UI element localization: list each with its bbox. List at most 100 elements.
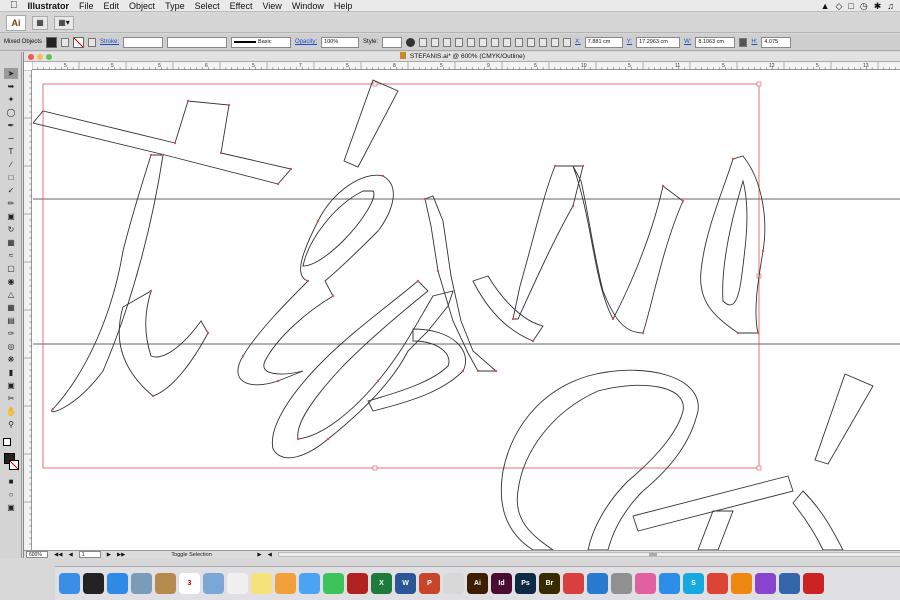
x-field[interactable]: 7.881 cm [584,36,623,48]
anchor-point[interactable] [331,294,335,298]
dock-app-store-icon[interactable] [659,573,680,594]
distribute-center-icon[interactable] [539,37,548,47]
dock-preview-icon[interactable] [131,573,152,594]
anchor-point[interactable] [289,167,293,171]
warp-tool-icon[interactable]: ≈ [4,250,18,261]
curvature-tool-icon[interactable]: ∽ [4,133,18,144]
volume-icon[interactable]: ♫ [887,1,894,11]
anchor-point[interactable] [756,331,760,335]
dock-messages-icon[interactable] [299,573,320,594]
recolor-icon[interactable] [406,37,416,47]
dock-dropbox-icon[interactable] [587,573,608,594]
letter-t-crossbar-outline[interactable] [33,100,292,185]
accent-mark-2-outline[interactable] [814,373,874,465]
dock-indesign-icon[interactable]: Id [491,573,512,594]
letter-epsilon-outline[interactable] [237,174,394,386]
align-left-icon[interactable] [419,37,428,47]
anchor-point[interactable] [316,219,320,223]
symbol-sprayer-tool-icon[interactable]: ❋ [4,354,18,365]
anchor-point[interactable] [436,269,440,273]
anchor-point[interactable] [206,331,210,335]
anchor-point[interactable] [581,164,585,168]
dock-calendar-icon[interactable]: 3 [179,573,200,594]
letter-t-outline[interactable] [51,154,164,413]
rotate-tool-icon[interactable]: ↻ [4,224,18,235]
close-window-icon[interactable] [28,54,34,60]
anchor-point[interactable] [296,437,300,441]
letter-t2-crossbar-outline[interactable] [632,475,794,532]
menu-type[interactable]: Type [165,1,185,11]
dock-vlc-icon[interactable] [731,573,752,594]
stroke-dropdown-icon[interactable] [88,37,97,47]
anchor-point[interactable] [461,369,465,373]
distribute-left-icon[interactable] [527,37,536,47]
dock-bridge-icon[interactable]: Br [539,573,560,594]
minimize-window-icon[interactable] [37,54,43,60]
dock-printer-icon[interactable] [611,573,632,594]
menu-window[interactable]: Window [292,1,324,11]
status-menu-icon[interactable]: ▶ [257,552,261,558]
eyedropper-tool-icon[interactable]: ✑ [4,328,18,339]
anchor-point[interactable] [731,157,735,161]
anchor-point[interactable] [681,199,685,203]
display-icon[interactable]: □ [848,1,853,11]
last-artboard-icon[interactable]: ▶▶ [117,552,125,558]
scale-tool-icon[interactable]: ▦ [4,237,18,248]
horizontal-ruler[interactable]: 5 5 5 6 5 7 5 8 5 9 5 10 5 11 5 12 5 13 [32,62,900,70]
lasso-tool-icon[interactable]: ◯ [4,107,18,118]
anchor-point[interactable] [151,394,155,398]
hand-tool-icon[interactable]: ✋ [4,406,18,417]
anchor-point[interactable] [494,369,498,373]
y-label[interactable]: Y: [627,39,632,45]
align-top-icon[interactable] [455,37,464,47]
letter-t2-stem-outline[interactable] [697,510,734,550]
anchor-point[interactable] [611,317,615,321]
menu-object[interactable]: Object [129,1,155,11]
rectangle-tool-icon[interactable]: □ [4,172,18,183]
x-label[interactable]: X: [575,39,581,45]
anchor-point[interactable] [326,437,330,441]
selection-tool-icon[interactable]: ➤ [4,68,18,79]
shape-builder-tool-icon[interactable]: ◉ [4,276,18,287]
zoom-window-icon[interactable] [46,54,52,60]
letter-chi-tail-outline[interactable] [472,275,544,342]
paintbrush-tool-icon[interactable]: ✓ [4,185,18,196]
anchor-point[interactable] [476,369,480,373]
status-text[interactable]: Toggle Selection [171,552,251,558]
gradient-tool-icon[interactable]: ▤ [4,315,18,326]
dock-parallels-icon[interactable] [803,573,824,594]
fill-dropdown-icon[interactable] [61,37,70,47]
type-tool-icon[interactable]: T [4,146,18,157]
stroke-color-icon[interactable] [9,460,19,470]
stroke-weight-field[interactable] [123,36,164,48]
anchor-point[interactable] [149,289,153,293]
anchor-point[interactable] [423,197,427,201]
brush-dropdown[interactable]: Basic [231,36,292,48]
dock-contacts-icon[interactable] [155,573,176,594]
perspective-grid-tool-icon[interactable]: △ [4,289,18,300]
anchor-point[interactable] [661,184,665,188]
free-transform-tool-icon[interactable]: ▢ [4,263,18,274]
anchor-point[interactable] [219,151,223,155]
variable-width-dropdown[interactable] [167,36,228,48]
anchor-point[interactable] [227,103,231,107]
dock-illustrator-icon[interactable]: Ai [467,573,488,594]
dock-itunes-icon[interactable] [635,573,656,594]
vertical-ruler[interactable] [24,69,32,550]
anchor-point[interactable] [51,407,55,411]
anchor-point[interactable] [641,331,645,335]
letter-t-bowl-outline[interactable] [118,290,209,397]
anchor-point[interactable] [416,279,420,283]
dock-setapp-icon[interactable] [755,573,776,594]
menu-help[interactable]: Help [334,1,353,11]
arrange-documents-icon[interactable]: ▦▾ [54,15,74,30]
align-center-icon[interactable] [431,37,440,47]
mesh-tool-icon[interactable]: ▦ [4,302,18,313]
menu-view[interactable]: View [262,1,281,11]
align-right-icon[interactable] [443,37,452,47]
slice-tool-icon[interactable]: ✂ [4,393,18,404]
selection-bounding-box[interactable] [42,83,760,469]
anchor-point[interactable] [381,174,385,178]
letter-a-outline[interactable] [792,490,844,550]
anchor-point[interactable] [376,379,380,383]
